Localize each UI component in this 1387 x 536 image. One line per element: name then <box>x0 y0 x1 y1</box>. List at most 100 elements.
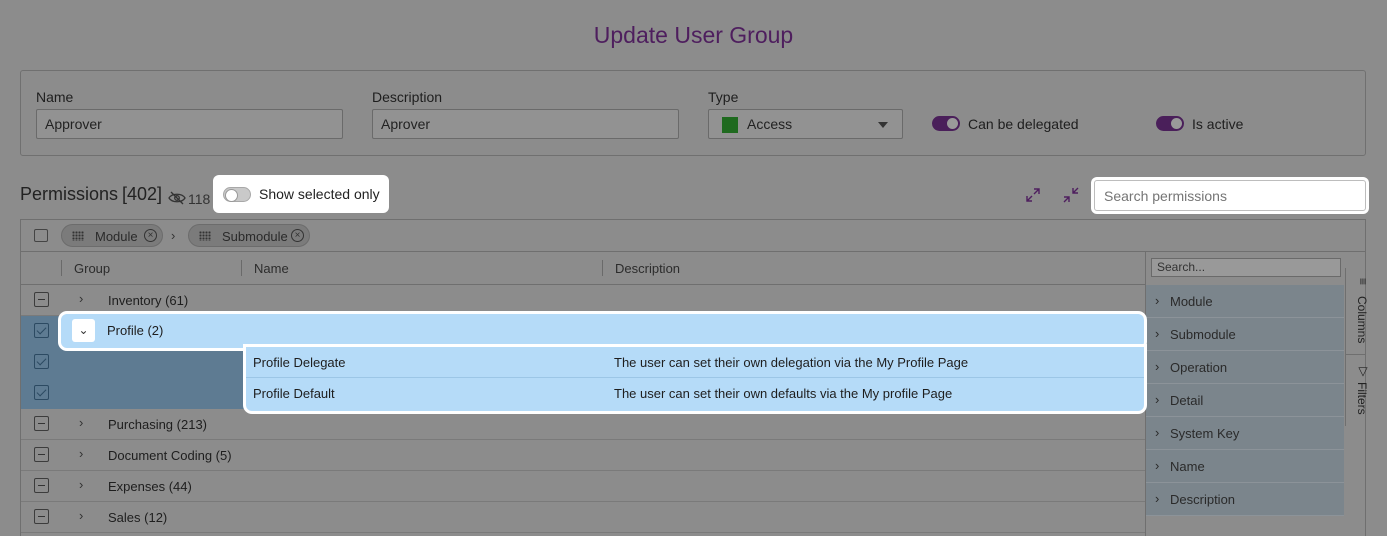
eye-slash-icon <box>168 191 186 205</box>
row-selection-cell <box>21 347 247 378</box>
profile-child-rows-highlight: Profile Delegate The user can set their … <box>246 347 1144 411</box>
column-item-submodule[interactable]: › Submodule <box>1146 318 1344 351</box>
column-item-module[interactable]: › Module <box>1146 285 1344 318</box>
show-selected-only-control[interactable]: Show selected only <box>213 175 389 213</box>
row-selection-cell <box>21 378 247 409</box>
side-bar-tabs: ≡ Columns ▽ Filters <box>1345 268 1370 426</box>
filter-icon[interactable]: ▽ <box>1350 364 1370 378</box>
columns-icon[interactable]: ≡ <box>1350 278 1370 285</box>
group-label: Expenses (44) <box>108 479 192 494</box>
column-divider[interactable] <box>602 260 603 276</box>
row-checkbox[interactable] <box>34 416 49 431</box>
collapse-all-icon[interactable] <box>1063 187 1079 203</box>
expand-all-icon[interactable] <box>1025 187 1041 203</box>
group-details-panel: Name Approver Description Aprover Type A… <box>20 70 1366 156</box>
column-header-description[interactable]: Description <box>615 261 680 276</box>
chevron-right-icon[interactable]: › <box>1155 359 1159 374</box>
chevron-right-icon[interactable]: › <box>79 415 83 430</box>
row-checkbox[interactable] <box>34 447 49 462</box>
permission-name: Profile Delegate <box>253 355 346 370</box>
row-checkbox[interactable] <box>34 509 49 524</box>
chevron-down-icon[interactable]: ⌄ <box>72 319 95 342</box>
can-be-delegated-toggle[interactable] <box>932 116 960 131</box>
row-checkbox[interactable] <box>34 478 49 493</box>
chevron-right-icon[interactable]: › <box>79 446 83 461</box>
tab-filters[interactable]: Filters <box>1349 382 1369 415</box>
table-row[interactable]: › Purchasing (213) <box>21 409 1145 440</box>
group-chip-submodule[interactable]: Submodule × <box>188 224 310 247</box>
type-label: Type <box>708 89 739 105</box>
tab-columns[interactable]: Columns <box>1349 296 1369 343</box>
column-header-group[interactable]: Group <box>74 261 110 276</box>
column-search-input[interactable]: Search... <box>1151 258 1341 277</box>
description-label: Description <box>372 89 443 105</box>
group-label: Inventory (61) <box>108 293 189 308</box>
columns-tool-panel: Search... › Module › Submodule › Operation … <box>1145 252 1345 536</box>
show-selected-only-label: Show selected only <box>259 186 380 202</box>
name-label: Name <box>36 89 74 105</box>
permission-name: Profile Default <box>253 386 335 401</box>
column-item-system-key[interactable]: › System Key <box>1146 417 1344 450</box>
table-row[interactable]: › Document Coding (5) <box>21 440 1145 471</box>
remove-chip-icon[interactable]: × <box>144 229 157 242</box>
chevron-right-icon[interactable]: › <box>1155 293 1159 308</box>
profile-group-row-highlight[interactable]: ⌄ Profile (2) <box>61 314 1144 348</box>
type-color-swatch <box>722 117 738 133</box>
type-value: Access <box>747 116 793 132</box>
type-select[interactable]: Access <box>708 109 903 139</box>
column-header-name[interactable]: Name <box>254 261 289 276</box>
search-permissions-container <box>1091 177 1369 214</box>
chevron-right-icon: › <box>171 228 176 243</box>
row-checkbox[interactable] <box>34 385 49 400</box>
hidden-count: 118 <box>188 191 211 207</box>
chevron-right-icon[interactable]: › <box>79 508 83 523</box>
column-item-detail[interactable]: › Detail <box>1146 384 1344 417</box>
column-divider <box>61 260 62 276</box>
row-checkbox[interactable] <box>34 292 49 307</box>
page-title: Update User Group <box>593 22 794 48</box>
grid-header: Group Name Description <box>21 252 1145 285</box>
is-active-label: Is active <box>1192 116 1244 132</box>
table-row[interactable]: › Sales (12) <box>21 502 1145 533</box>
group-label: Sales (12) <box>108 510 168 525</box>
permission-description: The user can set their own defaults via … <box>614 386 953 401</box>
table-row[interactable]: Profile Default The user can set their o… <box>246 378 1144 409</box>
show-selected-only-toggle[interactable] <box>223 187 251 202</box>
column-item-operation[interactable]: › Operation <box>1146 351 1344 384</box>
can-be-delegated-label: Can be delegated <box>968 116 1079 132</box>
drag-handle-icon[interactable] <box>199 231 211 241</box>
chevron-right-icon[interactable]: › <box>1155 425 1159 440</box>
group-chip-module[interactable]: Module × <box>61 224 163 247</box>
column-divider[interactable] <box>241 260 242 276</box>
chevron-right-icon[interactable]: › <box>1155 392 1159 407</box>
description-input[interactable]: Aprover <box>372 109 679 139</box>
is-active-toggle[interactable] <box>1156 116 1184 131</box>
group-label: Profile (2) <box>107 323 164 338</box>
table-row[interactable]: › Expenses (44) <box>21 471 1145 502</box>
search-permissions-input[interactable] <box>1094 180 1366 211</box>
column-item-description[interactable]: › Description <box>1146 483 1344 516</box>
remove-chip-icon[interactable]: × <box>291 229 304 242</box>
page: Update User Group Name Approver Descript… <box>0 0 1387 536</box>
chevron-right-icon[interactable]: › <box>1155 326 1159 341</box>
chevron-right-icon[interactable]: › <box>79 291 83 306</box>
row-checkbox[interactable] <box>34 323 49 338</box>
chevron-right-icon[interactable]: › <box>79 477 83 492</box>
row-group-icon <box>34 229 48 242</box>
permission-description: The user can set their own delegation vi… <box>614 355 969 370</box>
table-row[interactable]: › Inventory (61) <box>21 285 1145 316</box>
row-checkbox[interactable] <box>34 354 49 369</box>
table-row[interactable]: Profile Delegate The user can set their … <box>246 347 1144 378</box>
row-group-bar: Module × › Submodule × <box>21 220 1365 252</box>
name-input[interactable]: Approver <box>36 109 343 139</box>
caret-down-icon <box>878 122 888 128</box>
permissions-count: [402] <box>122 184 163 204</box>
tab-divider <box>1346 354 1366 355</box>
drag-handle-icon[interactable] <box>72 231 84 241</box>
permissions-title: Permissions <box>20 184 119 204</box>
group-label: Purchasing (213) <box>108 417 207 432</box>
column-item-name[interactable]: › Name <box>1146 450 1344 483</box>
group-label: Document Coding (5) <box>108 448 232 463</box>
chevron-right-icon[interactable]: › <box>1155 458 1159 473</box>
chevron-right-icon[interactable]: › <box>1155 491 1159 506</box>
